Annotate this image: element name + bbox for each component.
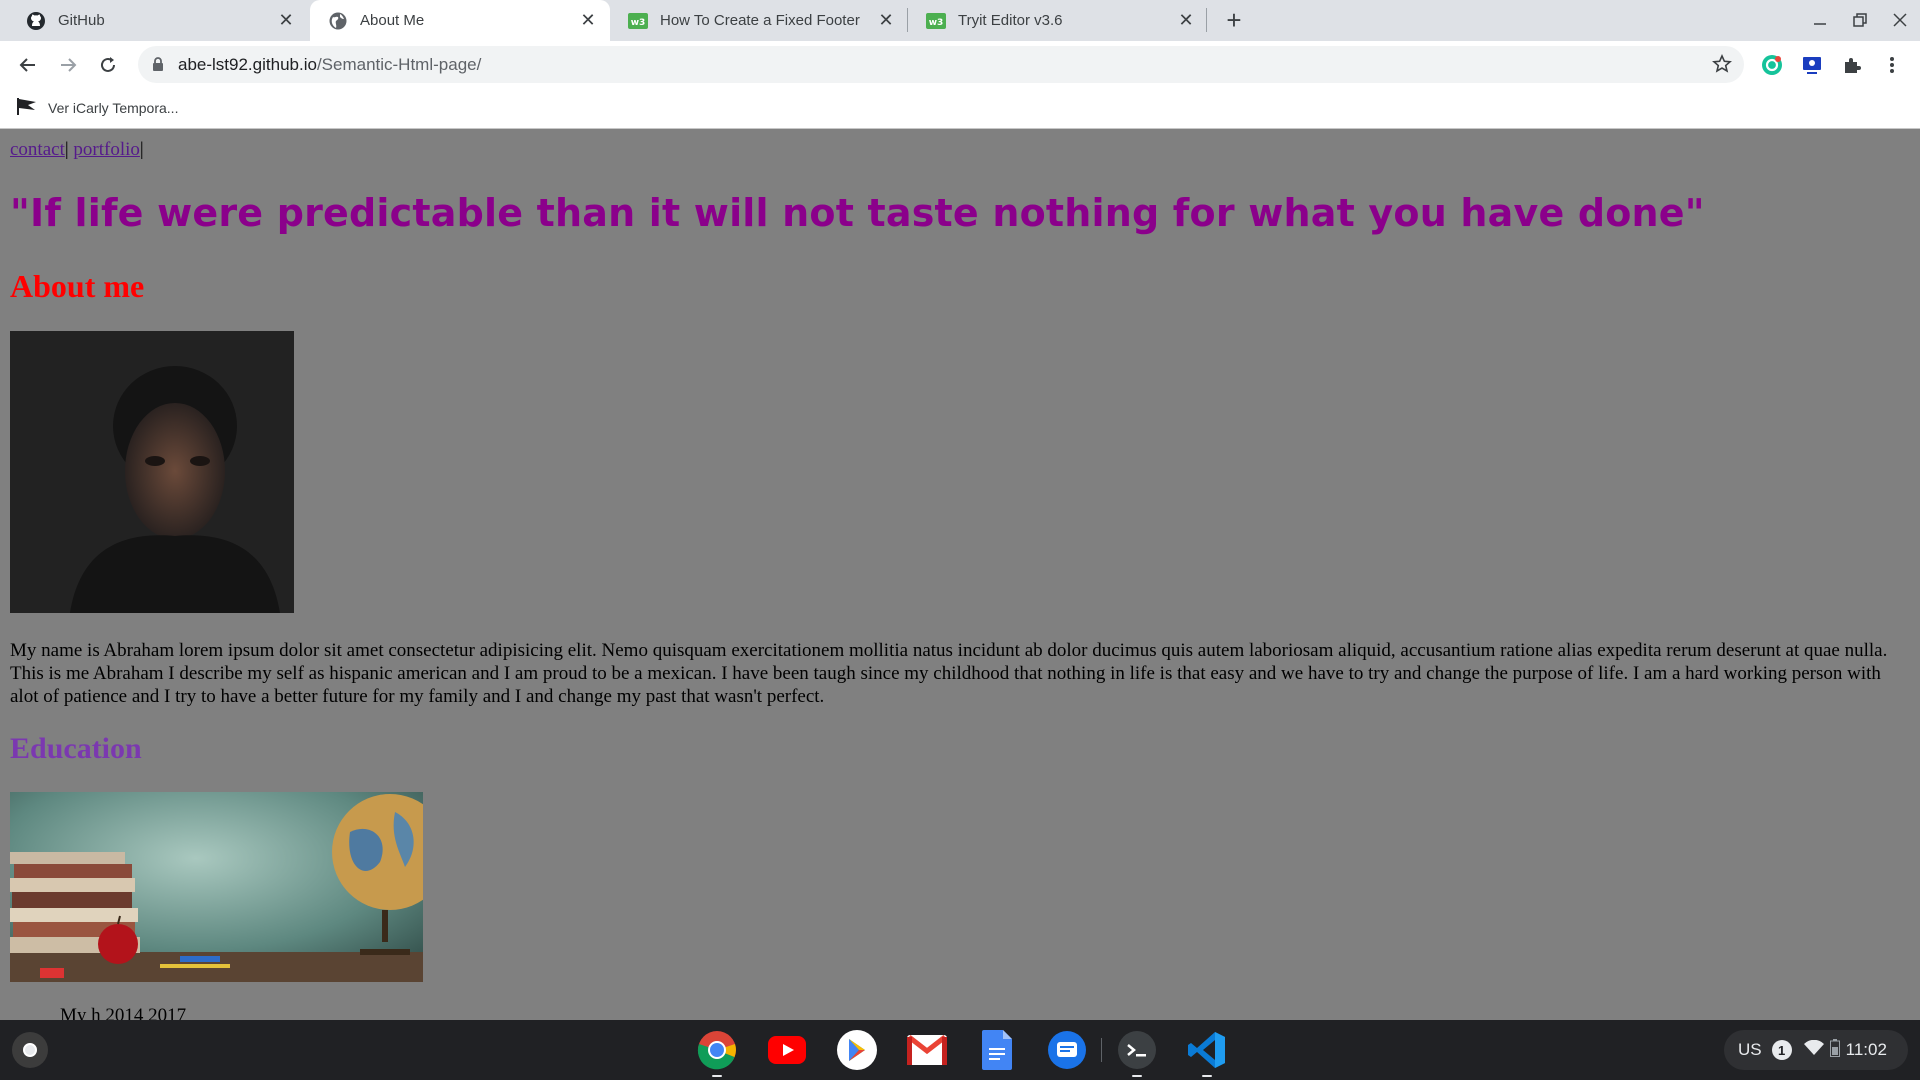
tab-tryit-editor[interactable]: w3 Tryit Editor v3.6 ✕ — [908, 0, 1208, 41]
restore-icon[interactable] — [1842, 6, 1878, 34]
page-viewport: contact| portfolio| "If life were predic… — [0, 129, 1920, 1020]
tab-separator — [1206, 8, 1207, 32]
github-icon — [26, 11, 46, 31]
vscode-icon[interactable] — [1186, 1029, 1228, 1077]
launcher-button[interactable] — [12, 1032, 48, 1068]
status-tray[interactable]: US 1 11:02 — [1724, 1030, 1908, 1070]
bookmark-star-icon[interactable] — [1712, 54, 1732, 79]
site-nav: contact| portfolio| — [10, 139, 144, 161]
address-bar[interactable]: abe-lst92.github.io/Semantic-Html-page/ — [138, 46, 1744, 83]
lock-icon[interactable] — [152, 56, 164, 77]
education-image — [10, 792, 423, 982]
launcher-icon — [23, 1043, 37, 1057]
wifi-icon — [1803, 1039, 1824, 1061]
url-path: /Semantic-Html-page/ — [316, 55, 482, 74]
bookmark-label: Ver iCarly Tempora... — [48, 99, 179, 116]
minimize-icon[interactable] — [1802, 6, 1838, 34]
screen-share-extension-icon[interactable] — [1798, 51, 1826, 79]
running-indicator — [1202, 1075, 1212, 1077]
battery-icon — [1829, 1038, 1840, 1062]
close-window-icon[interactable] — [1882, 6, 1918, 34]
os-shelf: US 1 11:02 — [0, 1020, 1920, 1080]
close-icon[interactable]: ✕ — [276, 10, 296, 31]
tab-title: GitHub — [58, 12, 105, 29]
contact-link[interactable]: contact — [10, 139, 65, 160]
svg-text:w3: w3 — [631, 18, 646, 28]
notification-count: 1 — [1771, 1040, 1792, 1060]
play-store-icon[interactable] — [836, 1029, 878, 1071]
bookmarks-bar: Ver iCarly Tempora... — [0, 88, 1920, 129]
docs-icon[interactable] — [976, 1029, 1018, 1071]
svg-text:w3: w3 — [929, 18, 944, 28]
nav-separator: | — [139, 139, 144, 160]
running-indicator — [712, 1075, 722, 1077]
back-icon[interactable] — [12, 49, 44, 81]
running-indicator — [1132, 1075, 1142, 1077]
url-host: abe-lst92.github.io — [178, 55, 317, 74]
reload-icon[interactable] — [92, 49, 124, 81]
education-heading: Education — [10, 732, 142, 765]
new-tab-button[interactable]: + — [1220, 5, 1248, 35]
chrome-icon[interactable] — [696, 1029, 738, 1077]
close-icon[interactable]: ✕ — [1176, 10, 1196, 31]
browser-toolbar: abe-lst92.github.io/Semantic-Html-page/ — [0, 41, 1920, 88]
menu-kebab-icon[interactable] — [1878, 51, 1906, 79]
shelf-separator — [1101, 1038, 1102, 1062]
close-icon[interactable]: ✕ — [876, 10, 896, 31]
input-language: US — [1738, 1040, 1762, 1059]
education-text-cutoff: My h 2014 2017 — [60, 1005, 187, 1020]
tab-title: About Me — [360, 12, 425, 29]
nav-separator: | — [64, 139, 69, 160]
youtube-icon[interactable] — [766, 1029, 808, 1071]
tab-title: Tryit Editor v3.6 — [958, 12, 1063, 29]
forward-icon[interactable] — [52, 49, 84, 81]
bookmark-item[interactable]: Ver iCarly Tempora... — [16, 96, 178, 119]
tab-title: How To Create a Fixed Footer — [660, 12, 860, 29]
profile-photo — [10, 331, 294, 613]
clock: 11:02 — [1845, 1040, 1887, 1059]
w3schools-icon: w3 — [926, 11, 946, 31]
tab-about-me[interactable]: About Me ✕ — [310, 0, 610, 41]
extensions-puzzle-icon[interactable] — [1838, 51, 1866, 79]
about-heading: About me — [10, 268, 145, 304]
portfolio-link[interactable]: portfolio — [73, 139, 140, 160]
close-icon[interactable]: ✕ — [578, 10, 598, 31]
grammarly-extension-icon[interactable] — [1758, 51, 1786, 79]
page-quote: "If life were predictable than it will n… — [10, 191, 1705, 235]
w3schools-icon: w3 — [628, 11, 648, 31]
gmail-icon[interactable] — [906, 1029, 948, 1071]
tab-fixed-footer[interactable]: w3 How To Create a Fixed Footer ✕ — [610, 0, 908, 41]
tab-github[interactable]: GitHub ✕ — [8, 0, 308, 41]
terminal-icon[interactable] — [1116, 1029, 1158, 1077]
flag-icon — [16, 96, 38, 119]
messages-icon[interactable] — [1046, 1029, 1088, 1071]
tab-strip: GitHub ✕ About Me ✕ w3 How To Create a F… — [0, 0, 1920, 41]
url-text[interactable]: abe-lst92.github.io/Semantic-Html-page/ — [178, 55, 481, 75]
globe-icon — [328, 11, 348, 31]
bio-paragraph: My name is Abraham lorem ipsum dolor sit… — [10, 640, 1888, 707]
